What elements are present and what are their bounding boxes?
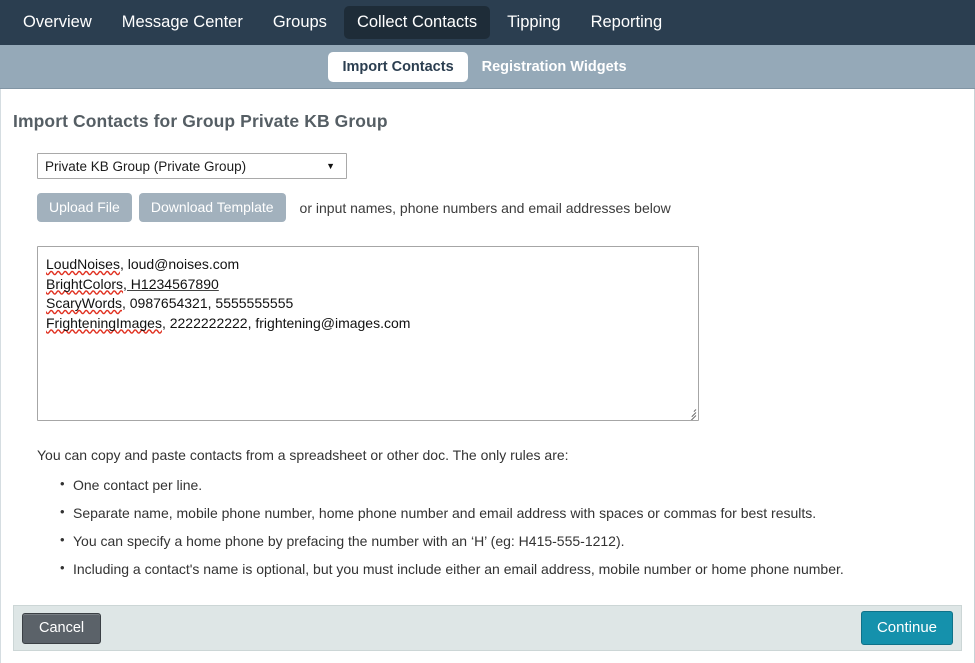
nav-item-message-center[interactable]: Message Center <box>109 6 256 39</box>
nav-item-overview[interactable]: Overview <box>10 6 105 39</box>
contacts-line-name: BrightColors <box>46 275 124 292</box>
page-title: Import Contacts for Group Private KB Gro… <box>13 111 388 131</box>
continue-button[interactable]: Continue <box>860 611 953 645</box>
contacts-line-rest: , H1234567890 <box>123 275 219 292</box>
cancel-button[interactable]: Cancel <box>22 612 102 644</box>
footer-action-bar: Cancel Continue <box>13 605 962 651</box>
contacts-line-name: ScaryWords <box>46 295 122 312</box>
tab-import-contacts[interactable]: Import Contacts <box>328 51 468 82</box>
upload-file-button[interactable]: Upload File <box>37 193 132 223</box>
group-select-value: Private KB Group (Private Group) <box>45 158 247 174</box>
app-window: Overview Message Center Groups Collect C… <box>0 0 975 663</box>
file-actions-row: Upload File Download Template or input n… <box>37 193 974 223</box>
contacts-textarea[interactable]: LoudNoises, loud@noises.com BrightColors… <box>37 246 699 422</box>
contacts-line-rest: , 0987654321, 5555555555 <box>121 295 294 312</box>
contacts-textarea-content: LoudNoises, loud@noises.com BrightColors… <box>38 247 698 333</box>
main-content: Import Contacts for Group Private KB Gro… <box>0 89 975 663</box>
tab-registration-widgets[interactable]: Registration Widgets <box>468 52 641 82</box>
secondary-navigation-group: Import Contacts Registration Widgets <box>328 51 641 82</box>
import-form: Private KB Group (Private Group) ▼ Uploa… <box>1 153 974 577</box>
manual-entry-hint: or input names, phone numbers and email … <box>299 199 671 216</box>
contacts-line: FrighteningImages, 2222222222, frighteni… <box>46 314 690 334</box>
contacts-line: BrightColors, H1234567890 <box>46 275 690 295</box>
nav-item-reporting[interactable]: Reporting <box>578 6 676 39</box>
rules-intro: You can copy and paste contacts from a s… <box>37 447 569 464</box>
primary-navigation: Overview Message Center Groups Collect C… <box>0 0 975 45</box>
resize-handle-icon[interactable] <box>684 406 697 421</box>
download-template-button[interactable]: Download Template <box>138 193 286 223</box>
chevron-down-icon: ▼ <box>326 161 335 171</box>
group-select[interactable]: Private KB Group (Private Group) ▼ <box>37 153 347 179</box>
contacts-line-rest: , 2222222222, frightening@images.com <box>161 314 411 331</box>
rules-list-item: Separate name, mobile phone number, home… <box>60 504 974 521</box>
contacts-line-rest: , loud@noises.com <box>119 256 240 273</box>
rules-list-item: One contact per line. <box>60 476 974 493</box>
nav-item-tipping[interactable]: Tipping <box>494 6 574 39</box>
rules-list-item: You can specify a home phone by prefacin… <box>60 532 974 549</box>
contacts-line: LoudNoises, loud@noises.com <box>46 255 690 275</box>
nav-item-collect-contacts[interactable]: Collect Contacts <box>343 6 491 39</box>
secondary-navigation: Import Contacts Registration Widgets <box>0 45 975 89</box>
rules-list-item: Including a contact's name is optional, … <box>60 560 974 577</box>
contacts-line-name: LoudNoises <box>46 256 120 273</box>
nav-item-groups[interactable]: Groups <box>260 6 340 39</box>
contacts-line-name: FrighteningImages <box>46 314 162 331</box>
rules-list: One contact per line. Separate name, mob… <box>37 476 974 577</box>
footer: Cancel Continue <box>0 601 975 663</box>
contacts-line: ScaryWords, 0987654321, 5555555555 <box>46 294 690 314</box>
